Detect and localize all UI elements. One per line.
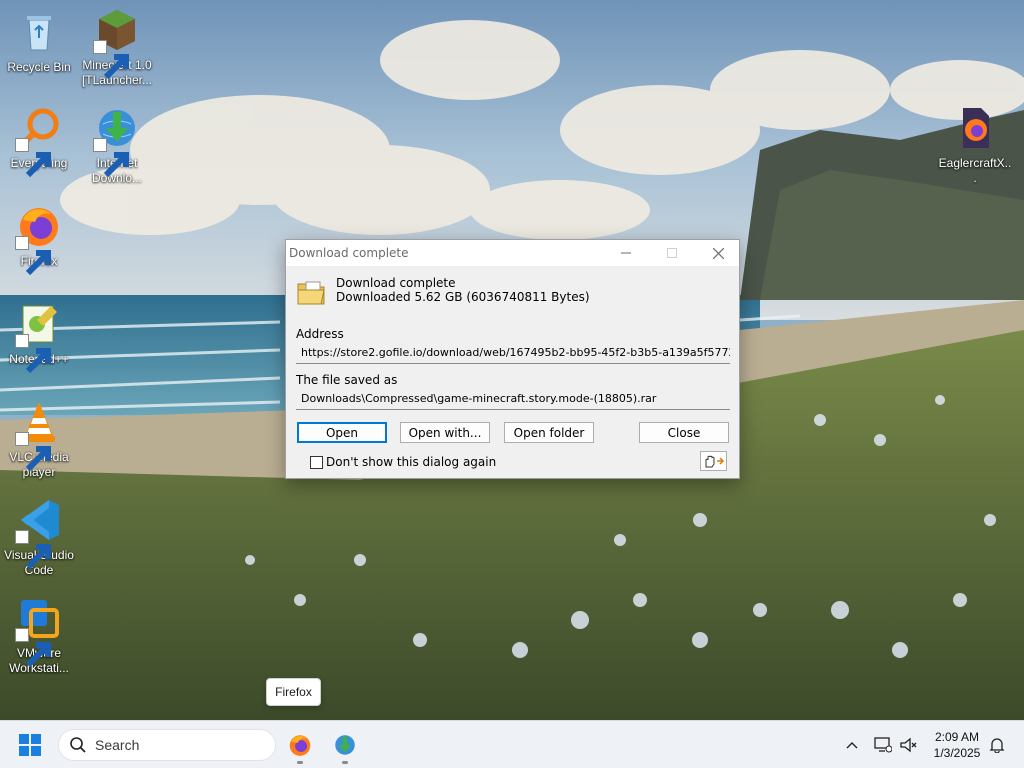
- desktop-icon-recycle-bin[interactable]: Recycle Bin: [1, 8, 77, 75]
- desktop-icon-minecraft[interactable]: Minecraft 1.0 [TLauncher...: [79, 6, 155, 88]
- hand-pointer-icon: [705, 455, 724, 468]
- open-button[interactable]: Open: [297, 422, 387, 443]
- bell-icon: [989, 738, 1005, 753]
- open-folder-icon: [297, 281, 325, 305]
- vmware-icon: [15, 594, 63, 668]
- desktop-icon-firefox[interactable]: Firefox: [1, 202, 77, 276]
- maximize-icon: [667, 248, 677, 258]
- desktop-icon-eaglercraft[interactable]: EaglercraftX...: [937, 104, 1013, 186]
- shortcut-arrow-icon: [15, 334, 51, 374]
- shortcut-arrow-icon: [15, 530, 51, 570]
- maximize-button: [650, 240, 694, 266]
- download-complete-dialog: Download complete Download complete Down…: [285, 239, 740, 479]
- firefox-icon: [289, 735, 311, 756]
- download-size: Downloaded 5.62 GB (6036740811 Bytes): [336, 290, 590, 304]
- taskbar-internet-download[interactable]: [325, 729, 365, 764]
- windows-logo-icon: [19, 734, 41, 756]
- desktop-icon-vscode[interactable]: Visual Studio Code: [1, 496, 77, 578]
- desktop-icon-label: EaglercraftX...: [938, 156, 1012, 185]
- shortcut-arrow-icon: [93, 138, 129, 178]
- shortcut-arrow-icon: [93, 40, 129, 80]
- firefox-file-icon: [951, 104, 999, 152]
- minecraft-icon: [93, 6, 141, 80]
- taskbar: Search 2:09 AM 1/3/2025: [0, 720, 1024, 768]
- taskbar-firefox[interactable]: [280, 729, 320, 764]
- open-folder-button[interactable]: Open folder: [504, 422, 594, 443]
- vscode-icon: [15, 496, 63, 570]
- desktop-icon-vmware[interactable]: VMware Workstati...: [1, 594, 77, 676]
- monitor-network-icon: [874, 737, 892, 753]
- clock-time: 2:09 AM: [934, 730, 980, 744]
- address-label: Address: [296, 327, 344, 341]
- saved-as-field[interactable]: Downloads\Compressed\game-minecraft.stor…: [296, 388, 730, 410]
- magnifier-icon: [15, 104, 63, 178]
- hand-pointer-button[interactable]: [700, 451, 727, 471]
- search-icon: [70, 737, 86, 753]
- shortcut-arrow-icon: [15, 432, 51, 472]
- network-status-button[interactable]: [871, 733, 895, 757]
- taskbar-clock[interactable]: 2:09 AM 1/3/2025: [924, 729, 990, 761]
- taskbar-search[interactable]: Search: [58, 729, 276, 761]
- running-indicator: [342, 761, 348, 764]
- recycle-bin-icon: [15, 8, 63, 56]
- dialog-titlebar[interactable]: Download complete: [286, 240, 739, 266]
- volume-button[interactable]: [897, 733, 921, 757]
- idm-globe-icon: [335, 735, 355, 755]
- clock-date: 1/3/2025: [933, 746, 981, 760]
- desktop-icon-internet-download[interactable]: Internet Downlo...: [79, 104, 155, 186]
- firefox-icon: [15, 202, 63, 276]
- desktop-icon-notepadpp[interactable]: Notepad++: [1, 300, 77, 374]
- shortcut-arrow-icon: [15, 628, 51, 668]
- minimize-icon: [621, 252, 631, 254]
- open-with-button[interactable]: Open with...: [400, 422, 490, 443]
- speaker-muted-icon: [900, 737, 917, 753]
- download-summary: Download complete Downloaded 5.62 GB (60…: [296, 276, 590, 308]
- taskbar-tooltip: Firefox: [266, 678, 321, 706]
- running-indicator: [297, 761, 303, 764]
- shortcut-arrow-icon: [15, 138, 51, 178]
- dont-show-checkbox[interactable]: Don't show this dialog again: [310, 455, 496, 469]
- idm-globe-icon: [93, 104, 141, 178]
- desktop-icon-label: Recycle Bin: [7, 60, 71, 74]
- search-placeholder: Search: [95, 737, 140, 753]
- vlc-cone-icon: [15, 398, 63, 472]
- desktop-icon-everything[interactable]: Everything: [1, 104, 77, 178]
- saved-as-label: The file saved as: [296, 373, 398, 387]
- shortcut-arrow-icon: [15, 236, 51, 276]
- close-window-button[interactable]: [696, 240, 740, 266]
- notepadpp-icon: [15, 300, 63, 374]
- checkbox-box[interactable]: [310, 455, 323, 469]
- notifications-button[interactable]: [985, 733, 1009, 757]
- desktop-icon-vlc[interactable]: VLC media player: [1, 398, 77, 480]
- dont-show-label: Don't show this dialog again: [326, 455, 497, 469]
- dialog-title: Download complete: [289, 246, 409, 260]
- address-field[interactable]: https://store2.gofile.io/download/web/16…: [296, 342, 730, 364]
- close-icon: [712, 247, 724, 259]
- minimize-button[interactable]: [604, 240, 648, 266]
- download-heading: Download complete: [336, 276, 456, 290]
- close-button[interactable]: Close: [639, 422, 729, 443]
- show-hidden-icons-button[interactable]: [840, 733, 864, 757]
- start-button[interactable]: [16, 732, 44, 758]
- chevron-up-icon: [846, 742, 858, 749]
